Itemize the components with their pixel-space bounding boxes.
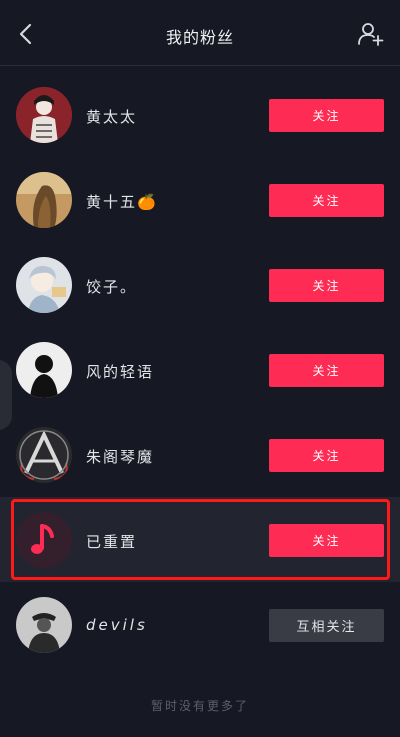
avatar[interactable]: [16, 427, 72, 483]
follow-button[interactable]: 关注: [269, 99, 384, 132]
follower-row[interactable]: 黄十五🍊 关注: [0, 157, 400, 242]
no-more-text: 暂时没有更多了: [150, 699, 249, 713]
mutual-follow-button[interactable]: 互相关注: [269, 609, 384, 642]
follower-name: 朱阁琴魔: [86, 448, 155, 466]
avatar[interactable]: [16, 257, 72, 313]
side-drawer-handle[interactable]: [0, 360, 12, 430]
follower-row[interactable]: 朱阁琴魔 关注: [0, 412, 400, 497]
follow-button[interactable]: 关注: [269, 354, 384, 387]
follower-name: 风的轻语: [86, 363, 155, 381]
follower-name: 饺子。: [86, 278, 138, 296]
avatar[interactable]: [16, 172, 72, 228]
follower-row[interactable]: 饺子。 关注: [0, 242, 400, 327]
follow-button[interactable]: 关注: [269, 269, 384, 302]
follower-row[interactable]: devils 互相关注: [0, 582, 400, 667]
follow-button[interactable]: 关注: [269, 184, 384, 217]
avatar[interactable]: [16, 87, 72, 143]
add-user-icon: [358, 23, 384, 46]
follower-name: devils: [86, 616, 148, 634]
page-title: 我的粉丝: [165, 28, 234, 47]
avatar[interactable]: [16, 342, 72, 398]
follower-name: 黄太太: [86, 108, 138, 126]
follower-name: 黄十五🍊: [86, 193, 158, 211]
header-bar: 我的粉丝: [0, 0, 400, 66]
highlight-frame: [11, 499, 390, 580]
follower-row[interactable]: 黄太太 关注: [0, 72, 400, 157]
avatar[interactable]: [16, 597, 72, 653]
add-user-button[interactable]: [356, 20, 386, 48]
follower-row[interactable]: 风的轻语 关注: [0, 327, 400, 412]
follow-button[interactable]: 关注: [269, 439, 384, 472]
